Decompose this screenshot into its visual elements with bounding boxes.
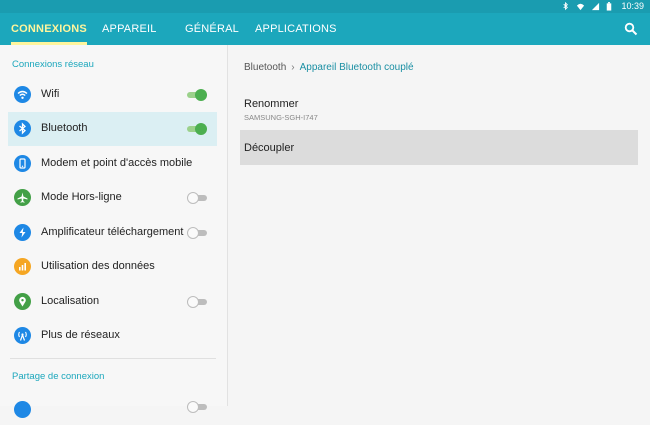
hotspot-icon [14, 155, 31, 172]
settings-sidebar: Connexions réseau Wifi Bluetooth Modem e… [0, 45, 228, 418]
sidebar-item-label: Bluetooth [41, 122, 88, 134]
data-usage-icon [14, 258, 31, 275]
location-toggle[interactable] [187, 296, 207, 308]
sidebar-item-partial[interactable] [8, 391, 217, 425]
sidebar-item-label: Amplificateur téléchargement [41, 226, 184, 238]
wifi-toggle[interactable] [187, 89, 207, 101]
sidebar-item-label: Modem et point d'accès mobile [41, 157, 193, 169]
sidebar-item-download-booster[interactable]: Amplificateur téléchargement [8, 216, 217, 250]
tethering-toggle[interactable] [187, 401, 207, 413]
sidebar-item-label: Plus de réseaux [41, 329, 120, 341]
sidebar-item-label: Utilisation des données [41, 260, 155, 272]
breadcrumb-root[interactable]: Bluetooth [244, 62, 286, 73]
detail-pane: Bluetooth › Appareil Bluetooth couplé Reno… [228, 45, 650, 406]
download-booster-icon [14, 224, 31, 241]
bluetooth-icon [14, 120, 31, 137]
unpair-label: Découpler [244, 142, 295, 154]
sidebar-item-airplane-mode[interactable]: Mode Hors-ligne [8, 181, 217, 215]
tethering-icon [14, 401, 31, 418]
airplane-icon [14, 189, 31, 206]
download-booster-toggle[interactable] [187, 227, 207, 239]
sidebar-item-label: Mode Hors-ligne [41, 191, 122, 203]
tab-general[interactable]: GÉNÉRAL [185, 13, 239, 45]
section-divider [10, 358, 216, 359]
section-title-network: Connexions réseau [12, 59, 94, 70]
sidebar-item-data-usage[interactable]: Utilisation des données [8, 250, 217, 284]
tab-connexions[interactable]: CONNEXIONS [11, 13, 87, 45]
sidebar-item-location[interactable]: Localisation [8, 285, 217, 319]
sidebar-item-label: Localisation [41, 295, 100, 307]
sidebar-item-more-networks[interactable]: Plus de réseaux [8, 319, 217, 353]
battery-status-icon [606, 1, 615, 11]
bluetooth-status-icon [561, 1, 570, 11]
status-time: 10:39 [621, 1, 644, 11]
breadcrumb-chevron-icon: › [291, 62, 295, 73]
more-networks-icon [14, 327, 31, 344]
breadcrumb-current: Appareil Bluetooth couplé [299, 62, 414, 73]
signal-status-icon [591, 2, 600, 11]
section-title-tethering: Partage de connexion [12, 371, 105, 382]
sidebar-item-label: Wifi [41, 88, 60, 100]
wifi-status-icon [576, 2, 585, 11]
status-bar: 10:39 [0, 0, 650, 13]
rename-option[interactable]: Renommer SAMSUNG-SGH-I747 [244, 98, 318, 122]
tab-applications[interactable]: APPLICATIONS [255, 13, 337, 45]
rename-label: Renommer [244, 98, 299, 110]
tab-bar: CONNEXIONS APPAREIL GÉNÉRAL APPLICATIONS [0, 13, 650, 45]
device-name: SAMSUNG-SGH-I747 [244, 113, 318, 122]
unpair-button[interactable]: Découpler [240, 130, 638, 165]
location-icon [14, 293, 31, 310]
tab-appareil[interactable]: APPAREIL [102, 13, 157, 45]
search-icon[interactable] [624, 22, 638, 36]
sidebar-item-bluetooth[interactable]: Bluetooth [8, 112, 217, 146]
sidebar-item-hotspot[interactable]: Modem et point d'accès mobile [8, 147, 217, 181]
breadcrumb: Bluetooth › Appareil Bluetooth couplé [244, 62, 414, 73]
bluetooth-toggle[interactable] [187, 123, 207, 135]
airplane-mode-toggle[interactable] [187, 192, 207, 204]
wifi-icon [14, 86, 31, 103]
sidebar-item-wifi[interactable]: Wifi [8, 78, 217, 112]
